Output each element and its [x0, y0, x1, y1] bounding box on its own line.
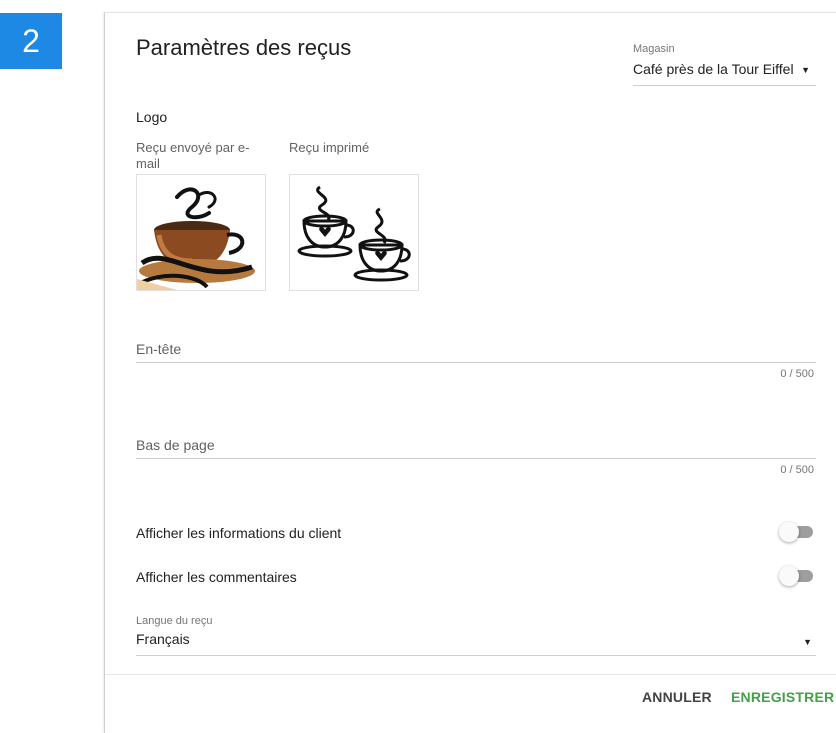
receipt-settings-card: Paramètres des reçus Magasin Café près d…: [104, 12, 836, 733]
header-text-input[interactable]: [136, 338, 820, 362]
page-title: Paramètres des reçus: [136, 35, 352, 60]
cancel-button[interactable]: ANNULER: [642, 689, 712, 705]
receipt-language-value: Français: [136, 631, 190, 647]
show-customer-info-label: Afficher les informations du client: [136, 525, 342, 541]
show-comments-label: Afficher les commentaires: [136, 569, 297, 585]
receipt-language-label: Langue du reçu: [136, 615, 213, 627]
toggle-thumb: [779, 566, 799, 586]
coffee-cup-color-logo-image: [137, 187, 255, 290]
logo-heading: Logo: [136, 109, 168, 125]
show-comments-toggle[interactable]: [779, 566, 815, 586]
header-field-underline: [136, 361, 816, 363]
store-label: Magasin: [633, 43, 675, 55]
actions-divider: [105, 674, 836, 675]
coffee-cups-bw-logo-image: [297, 185, 411, 282]
receipt-language-select[interactable]: Français ▼: [136, 631, 816, 656]
step-number-badge: 2: [0, 13, 62, 69]
footer-text-input[interactable]: [136, 434, 820, 458]
footer-char-counter: 0 / 500: [780, 464, 814, 476]
dropdown-arrow-icon: ▼: [801, 65, 810, 75]
printed-logo-upload[interactable]: [289, 174, 419, 291]
store-select[interactable]: Café près de la Tour Eiffel ▼: [633, 61, 816, 86]
dropdown-arrow-icon: ▼: [803, 637, 812, 647]
save-button[interactable]: ENREGISTRER: [731, 689, 834, 705]
toggle-thumb: [779, 522, 799, 542]
printed-receipt-logo-label: Reçu imprimé: [289, 140, 370, 155]
header-char-counter: 0 / 500: [780, 368, 814, 380]
email-receipt-logo-label: Reçu envoyé par e-mail: [136, 140, 250, 171]
footer-field-underline: [136, 457, 816, 459]
show-customer-info-toggle[interactable]: [779, 522, 815, 542]
email-logo-upload[interactable]: [136, 174, 266, 291]
store-select-value: Café près de la Tour Eiffel: [633, 61, 794, 77]
